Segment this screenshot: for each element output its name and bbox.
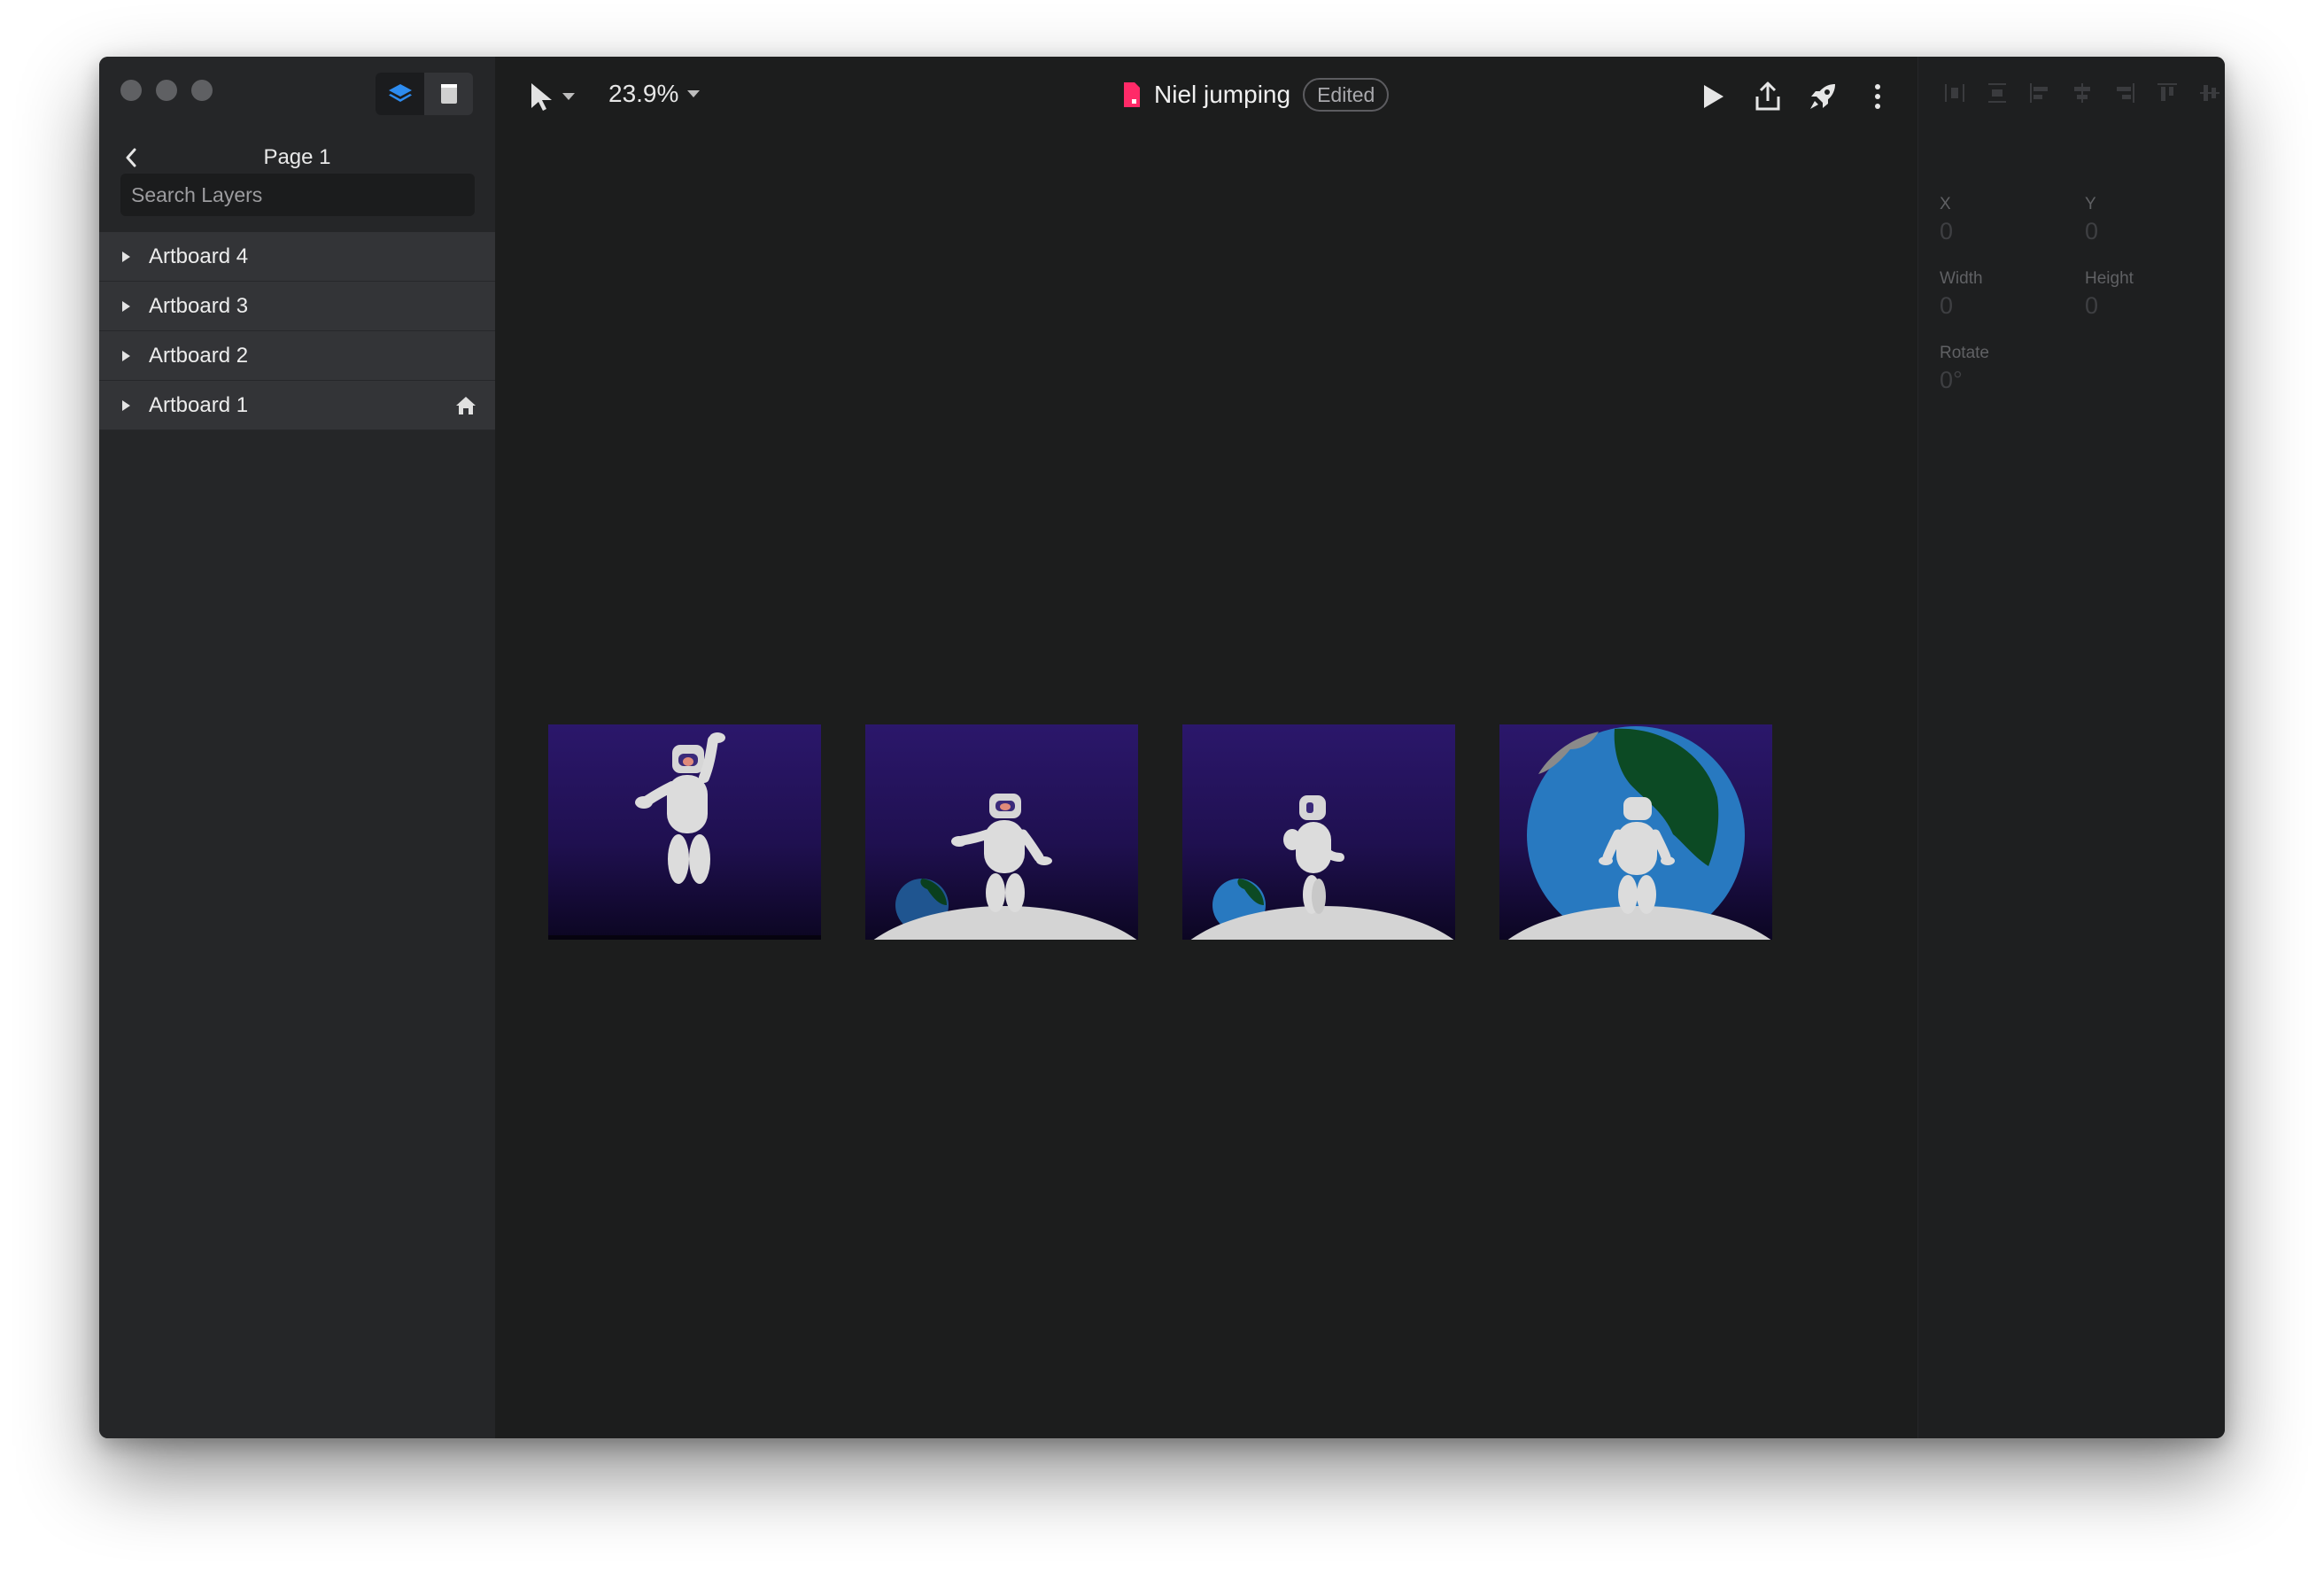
chevron-down-icon (562, 93, 575, 100)
align-center-horizontal-icon[interactable] (2067, 78, 2097, 108)
layer-row-artboard-3[interactable]: Artboard 3 (99, 282, 495, 331)
document-title: Niel jumping (1154, 81, 1291, 108)
height-property[interactable]: Height 0 (2085, 269, 2134, 320)
disclosure-triangle-icon[interactable] (122, 351, 130, 361)
width-value[interactable]: 0 (1940, 292, 1983, 320)
y-property[interactable]: Y 0 (2085, 195, 2098, 245)
align-left-icon[interactable] (2025, 78, 2055, 108)
document-icon (440, 84, 457, 104)
layer-row-artboard-4[interactable]: Artboard 4 (99, 232, 495, 282)
astronaut-earth-view-illustration (1507, 726, 1771, 940)
publish-rocket-icon (1810, 84, 1835, 109)
align-middle-vertical-icon[interactable] (2195, 78, 2225, 108)
artboard-1-thumbnail[interactable] (548, 724, 821, 940)
layer-label: Artboard 4 (149, 244, 249, 268)
rotate-value[interactable]: 0° (1940, 367, 1989, 394)
play-icon (1704, 85, 1724, 108)
disclosure-triangle-icon[interactable] (122, 301, 130, 312)
document-file-icon (1124, 82, 1140, 107)
disclosure-triangle-icon[interactable] (122, 400, 130, 411)
zoom-level: 23.9% (608, 80, 679, 107)
distribute-horizontal-icon[interactable] (1940, 78, 1970, 108)
search-layers-input[interactable] (120, 174, 475, 216)
minimize-window-button[interactable] (156, 80, 177, 101)
width-label: Width (1940, 269, 1983, 288)
y-label: Y (2085, 195, 2096, 213)
back-button[interactable] (120, 147, 142, 168)
x-value[interactable]: 0 (1940, 218, 1953, 245)
rotate-label: Rotate (1940, 344, 1989, 362)
astronaut-side-view-illustration (1190, 795, 1454, 940)
rotate-property[interactable]: Rotate 0° (1940, 344, 1989, 394)
close-window-button[interactable] (120, 80, 142, 101)
share-icon (1755, 81, 1780, 111)
artboard-2-thumbnail[interactable] (865, 724, 1138, 940)
maximize-window-button[interactable] (191, 80, 213, 101)
chevron-down-icon (687, 90, 701, 97)
y-value[interactable]: 0 (2085, 218, 2098, 245)
alignment-toolbar (1940, 78, 2225, 108)
top-toolbar: 23.9% Niel jumping Edited (495, 57, 1917, 154)
publish-button[interactable] (1806, 80, 1840, 113)
layer-label: Artboard 1 (149, 392, 249, 417)
layer-row-artboard-1[interactable]: Artboard 1 (99, 381, 495, 430)
artboard-3-thumbnail[interactable] (1182, 724, 1455, 940)
distribute-vertical-icon[interactable] (1982, 78, 2012, 108)
home-icon (456, 397, 476, 414)
x-label: X (1940, 195, 1951, 213)
zoom-menu[interactable]: 23.9% (608, 80, 701, 108)
assets-mode-button[interactable] (424, 73, 473, 115)
width-property[interactable]: Width 0 (1940, 269, 1983, 320)
document-title-bar[interactable]: Niel jumping Edited (1122, 78, 1390, 112)
share-button[interactable] (1751, 80, 1785, 113)
layers-mode-button[interactable] (376, 73, 424, 115)
more-button[interactable] (1861, 80, 1894, 113)
chevron-left-icon (126, 148, 136, 167)
sidebar-mode-toggle (376, 73, 473, 115)
layer-row-artboard-2[interactable]: Artboard 2 (99, 331, 495, 381)
layer-label: Artboard 3 (149, 293, 249, 318)
window-controls (120, 80, 213, 101)
astronaut-waving-illustration (548, 732, 821, 940)
height-value[interactable]: 0 (2085, 292, 2134, 320)
layer-list: Artboard 4 Artboard 3 Artboard 2 Artboar… (99, 232, 495, 430)
select-tool-menu[interactable] (529, 81, 575, 112)
align-right-icon[interactable] (2110, 78, 2140, 108)
x-property[interactable]: X 0 (1940, 195, 1953, 245)
layers-sidebar: Page 1 Artboard 4 Artboard 3 Artboard 2 (99, 57, 495, 1438)
artboard-4-thumbnail[interactable] (1499, 724, 1772, 940)
app-window: Page 1 Artboard 4 Artboard 3 Artboard 2 (99, 57, 2225, 1438)
properties-panel: X 0 Y 0 Width 0 Height 0 Rotate 0° (1917, 57, 2225, 1438)
astronaut-on-moon-illustration (873, 794, 1137, 940)
toolbar-actions (1696, 80, 1894, 113)
align-top-icon[interactable] (2152, 78, 2182, 108)
preview-button[interactable] (1696, 80, 1730, 113)
select-tool-icon (531, 83, 552, 111)
layer-label: Artboard 2 (149, 343, 249, 368)
height-label: Height (2085, 269, 2134, 288)
design-canvas[interactable] (495, 154, 1917, 1438)
more-icon (1875, 84, 1880, 109)
layers-icon (388, 84, 412, 102)
disclosure-triangle-icon[interactable] (122, 252, 130, 262)
status-badge: Edited (1303, 78, 1390, 112)
